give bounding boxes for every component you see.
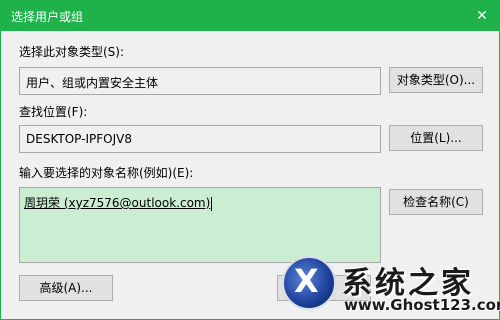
site-watermark: X 系统之家 www.Ghost123.com	[280, 254, 500, 320]
object-type-field: 用户、组或内置安全主体	[19, 67, 381, 95]
close-icon[interactable]: ✕	[471, 5, 493, 27]
text-caret	[211, 196, 213, 211]
advanced-button[interactable]: 高级(A)...	[19, 275, 113, 301]
check-names-button[interactable]: 检查名称(C)	[389, 189, 483, 215]
object-type-label: 选择此对象类型(S):	[19, 45, 125, 59]
location-label: 查找位置(F):	[19, 105, 88, 119]
title-bar[interactable]: 选择用户或组 ✕	[1, 1, 499, 31]
object-names-input[interactable]: 周玥荣 (xyz7576@outlook.com)	[19, 187, 381, 263]
object-types-button[interactable]: 对象类型(O)...	[389, 67, 483, 93]
location-field: DESKTOP-IPFOJV8	[19, 125, 381, 153]
object-names-label: 输入要选择的对象名称(例如)(E):	[19, 166, 194, 180]
dialog-title: 选择用户或组	[11, 10, 84, 24]
locations-button[interactable]: 位置(L)...	[389, 125, 483, 151]
watermark-logo-icon: X	[282, 256, 336, 310]
object-name-entry: 周玥荣 (xyz7576@outlook.com)	[24, 196, 211, 210]
watermark-url: www.Ghost123.com	[344, 296, 500, 314]
